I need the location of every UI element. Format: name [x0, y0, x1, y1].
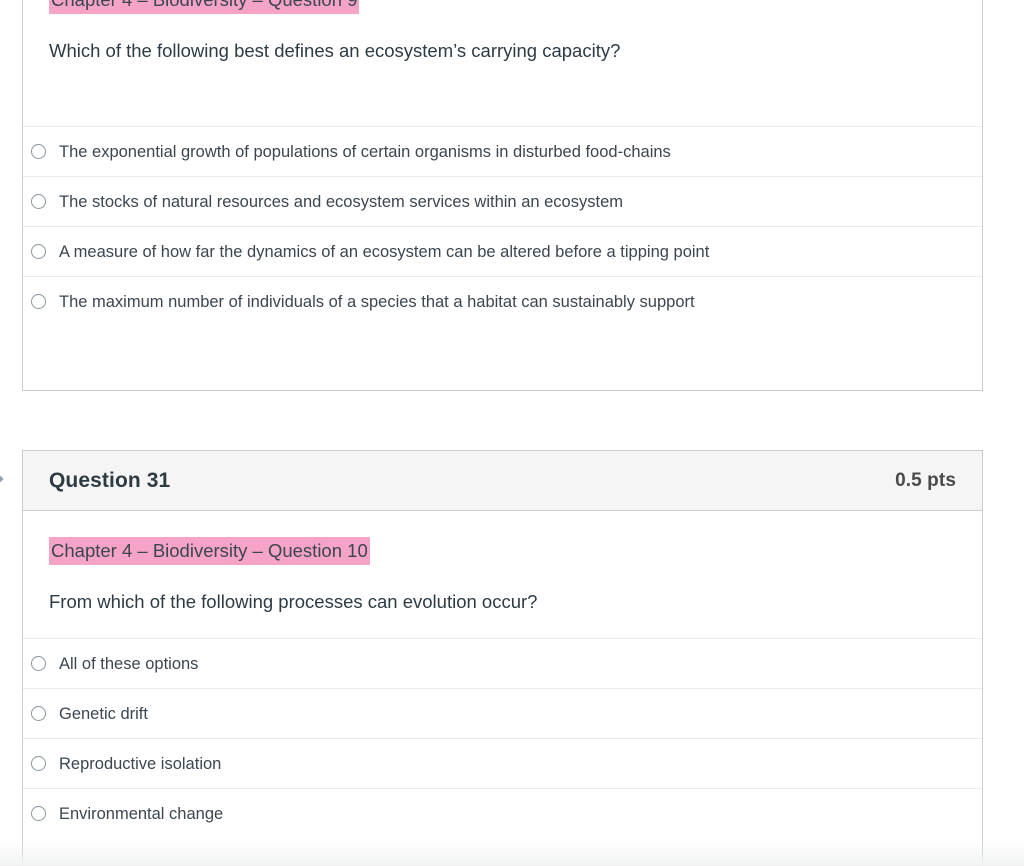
radio-unselected-icon[interactable]: [31, 756, 46, 771]
answer-option[interactable]: The stocks of natural resources and ecos…: [23, 176, 982, 226]
question-prompt: Which of the following best defines an e…: [49, 40, 621, 61]
chevron-right-icon: [0, 462, 8, 496]
radio-unselected-icon[interactable]: [31, 656, 46, 671]
answer-label: The stocks of natural resources and ecos…: [59, 192, 623, 211]
answer-label: All of these options: [59, 654, 199, 673]
radio-unselected-icon[interactable]: [31, 706, 46, 721]
question-header: Question 31 0.5 pts: [23, 451, 982, 511]
answer-label: The exponential growth of populations of…: [59, 142, 671, 161]
question-number-label: Question 31: [49, 468, 171, 492]
chapter-highlight-tag: Chapter 4 – Biodiversity – Question 10: [49, 537, 370, 565]
radio-unselected-icon[interactable]: [31, 806, 46, 821]
answer-option[interactable]: Genetic drift: [23, 688, 982, 738]
question-card: Chapter 4 – Biodiversity – Question 9 Wh…: [22, 0, 983, 391]
answer-label: A measure of how far the dynamics of an …: [59, 242, 710, 261]
answer-option[interactable]: The maximum number of individuals of a s…: [23, 276, 982, 326]
quiz-page: Chapter 4 – Biodiversity – Question 9 Wh…: [0, 0, 1024, 866]
chapter-highlight-tag: Chapter 4 – Biodiversity – Question 9: [49, 0, 360, 14]
answer-list: All of these options Genetic drift Repro…: [23, 638, 982, 838]
answer-option[interactable]: A measure of how far the dynamics of an …: [23, 226, 982, 276]
radio-unselected-icon[interactable]: [31, 144, 46, 159]
answer-option[interactable]: Reproductive isolation: [23, 738, 982, 788]
answer-label: Reproductive isolation: [59, 754, 222, 773]
radio-unselected-icon[interactable]: [31, 294, 46, 309]
answer-label: Genetic drift: [59, 704, 148, 723]
answer-list: The exponential growth of populations of…: [23, 126, 982, 326]
answer-label: The maximum number of individuals of a s…: [59, 292, 695, 311]
answer-option[interactable]: All of these options: [23, 638, 982, 688]
question-body: Chapter 4 – Biodiversity – Question 10 F…: [23, 511, 982, 615]
answer-option[interactable]: Environmental change: [23, 788, 982, 838]
question-body: Chapter 4 – Biodiversity – Question 9 Wh…: [23, 0, 982, 64]
question-points-label: 0.5 pts: [895, 469, 956, 491]
radio-unselected-icon[interactable]: [31, 244, 46, 259]
question-card: Question 31 0.5 pts Chapter 4 – Biodiver…: [22, 450, 983, 866]
question-prompt: From which of the following processes ca…: [49, 591, 538, 612]
answer-option[interactable]: The exponential growth of populations of…: [23, 126, 982, 176]
answer-label: Environmental change: [59, 804, 224, 823]
radio-unselected-icon[interactable]: [31, 194, 46, 209]
